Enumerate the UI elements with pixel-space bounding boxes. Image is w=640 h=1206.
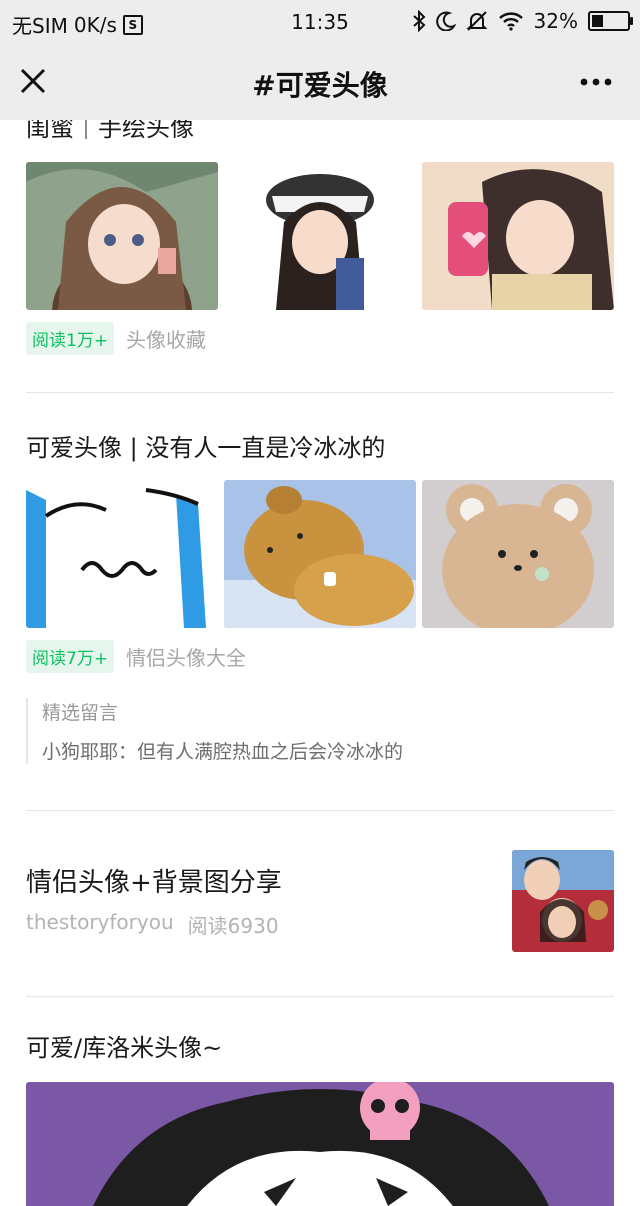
article-feed: 闺蜜｜手绘头像 阅读1万+ 头像收藏 可爱头像 | 没有人一直是冷冰冰的 阅读7… [0,120,640,1206]
more-options-icon[interactable] [580,78,612,86]
thumbnail-image[interactable] [26,480,218,628]
moon-icon [435,11,456,31]
article-cover-image[interactable] [26,1082,614,1206]
article-thumbnail[interactable] [512,850,614,952]
divider [26,392,614,393]
wifi-icon [498,12,523,31]
read-count: 阅读6930 [187,914,279,938]
article-meta: 阅读7万+ 情侣头像大全 [26,640,246,673]
article-title[interactable]: 可爱/库洛米头像~ [26,1028,222,1063]
article-title[interactable]: 情侣头像+背景图分享 [26,862,282,899]
article-title[interactable]: 闺蜜｜手绘头像 [26,120,194,143]
article-meta: 阅读1万+ 头像收藏 [26,322,206,355]
page-title: #可爱头像 [252,69,388,102]
divider [26,996,614,997]
source-name[interactable]: 头像收藏 [126,324,206,353]
article-thumbnails[interactable] [26,162,614,310]
battery-icon [588,11,633,31]
bluetooth-icon [412,10,425,32]
thumbnail-image[interactable] [224,162,416,310]
source-name[interactable]: 情侣头像大全 [126,642,246,671]
thumbnail-image[interactable] [422,480,614,628]
featured-comments-header: 精选留言 [42,702,119,724]
battery-fill [592,15,603,27]
thumbnail-image[interactable] [422,162,614,310]
article-title[interactable]: 可爱头像 | 没有人一直是冷冰冰的 [26,428,385,463]
read-count-badge: 阅读7万+ [26,640,115,673]
article-thumbnails[interactable] [26,480,614,628]
author-name[interactable]: thestoryforyou [26,910,174,939]
status-bar: 无SIM 0K/s S 11:35 32% [0,0,640,44]
featured-comment-text: 小狗耶耶：但有人满腔热血之后会冷冰冰的 [42,741,404,763]
bell-muted-icon [466,11,487,31]
article-row[interactable]: 情侣头像+背景图分享 thestoryforyou 阅读6930 [26,848,614,952]
featured-comments[interactable]: 精选留言 小狗耶耶：但有人满腔热血之后会冷冰冰的 [26,698,403,764]
nav-bar: #可爱头像 [0,44,640,120]
divider [26,810,614,811]
thumbnail-image[interactable] [26,162,218,310]
read-count-badge: 阅读1万+ [26,322,115,355]
article-meta: thestoryforyou 阅读6930 [26,910,279,939]
thumbnail-image[interactable] [224,480,416,628]
battery-percent: 32% [533,9,578,33]
status-right: 32% [412,9,633,33]
